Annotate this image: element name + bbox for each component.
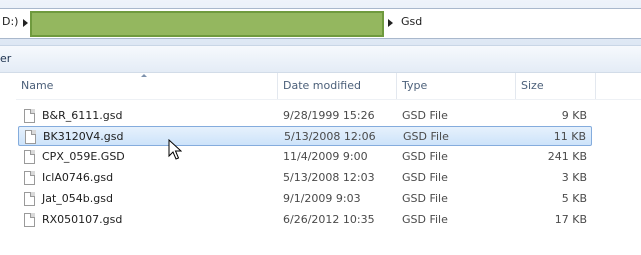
file-type: GSD File	[402, 213, 448, 226]
file-size: 241 KB	[547, 150, 587, 163]
file-date-modified: 9/28/1999 15:26	[283, 109, 375, 122]
file-type: GSD File	[402, 171, 448, 184]
file-type: GSD File	[402, 150, 448, 163]
file-date-modified: 9/1/2009 9:03	[283, 192, 361, 205]
command-toolbar: er	[0, 46, 641, 73]
address-bar[interactable]: D:) Gsd	[0, 0, 641, 46]
file-row[interactable]: IclA0746.gsd 5/13/2008 12:03 GSD File 3 KB	[18, 168, 592, 188]
file-icon	[24, 109, 35, 123]
file-size: 5 KB	[561, 192, 587, 205]
sort-ascending-icon	[141, 74, 147, 77]
breadcrumb-current-folder[interactable]: Gsd	[401, 15, 422, 28]
file-icon	[24, 171, 35, 185]
chevron-right-icon[interactable]	[388, 19, 393, 27]
file-size: 9 KB	[561, 109, 587, 122]
file-name: CPX_059E.GSD	[42, 150, 125, 163]
file-type: GSD File	[403, 130, 449, 143]
toolbar-item-partial[interactable]: er	[0, 52, 11, 65]
mouse-cursor-icon	[168, 139, 182, 160]
file-name: BK3120V4.gsd	[43, 130, 124, 143]
file-row[interactable]: RX050107.gsd 6/26/2012 10:35 GSD File 17 KB	[18, 210, 592, 230]
file-icon	[24, 150, 35, 164]
column-header-size[interactable]: Size	[516, 73, 596, 99]
file-date-modified: 11/4/2009 9:00	[283, 150, 368, 163]
file-row[interactable]: Jat_054b.gsd 9/1/2009 9:03 GSD File 5 KB	[18, 189, 592, 209]
file-date-modified: 5/13/2008 12:03	[283, 171, 375, 184]
file-icon	[24, 192, 35, 206]
file-row[interactable]: BK3120V4.gsd 5/13/2008 12:06 GSD File 11 KB	[18, 126, 592, 146]
file-size: 11 KB	[553, 130, 586, 143]
file-size: 3 KB	[561, 171, 587, 184]
file-type: GSD File	[402, 109, 448, 122]
column-header-type[interactable]: Type	[397, 73, 516, 99]
file-row[interactable]: B&R_6111.gsd 9/28/1999 15:26 GSD File 9 KB	[18, 106, 592, 126]
file-icon	[25, 130, 36, 144]
file-row[interactable]: CPX_059E.GSD 11/4/2009 9:00 GSD File 241 KB	[18, 147, 592, 167]
column-header-name[interactable]: Name	[16, 73, 278, 99]
breadcrumb-drive[interactable]: D:)	[2, 15, 18, 28]
chevron-right-icon[interactable]	[23, 19, 28, 27]
header-divider	[16, 99, 641, 100]
file-name: RX050107.gsd	[42, 213, 123, 226]
file-date-modified: 5/13/2008 12:06	[284, 130, 376, 143]
file-date-modified: 6/26/2012 10:35	[283, 213, 375, 226]
column-header-date-modified[interactable]: Date modified	[278, 73, 397, 99]
file-type: GSD File	[402, 192, 448, 205]
redacted-path-segment	[30, 11, 384, 37]
file-icon	[24, 213, 35, 227]
file-name: Jat_054b.gsd	[42, 192, 113, 205]
file-size: 17 KB	[554, 213, 587, 226]
file-name: B&R_6111.gsd	[42, 109, 123, 122]
file-name: IclA0746.gsd	[42, 171, 114, 184]
